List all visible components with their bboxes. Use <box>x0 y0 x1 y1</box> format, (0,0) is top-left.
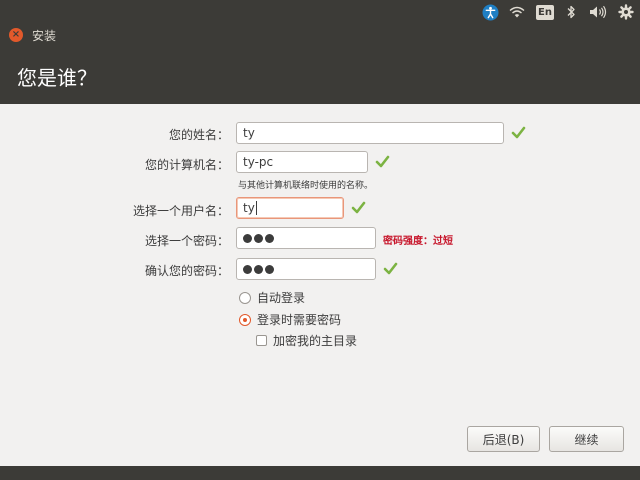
window-title: 安装 <box>32 29 57 43</box>
volume-icon[interactable] <box>586 0 610 24</box>
computer-name-hint: 与其他计算机联络时使用的名称。 <box>238 181 374 191</box>
password-mask <box>243 233 274 243</box>
password-label: 选择一个密码： <box>144 234 229 248</box>
encrypt-home-option[interactable]: 加密我的主目录 <box>256 332 357 349</box>
require-password-radio[interactable] <box>239 313 251 326</box>
require-password-label: 登录时需要密码 <box>257 313 342 327</box>
wifi-icon[interactable] <box>506 0 528 24</box>
back-button[interactable]: 后退(B) <box>467 426 540 452</box>
encrypt-home-checkbox[interactable] <box>256 335 267 346</box>
password-dot <box>243 264 252 274</box>
keyboard-language-icon[interactable]: En <box>534 0 556 24</box>
form-area: 您的姓名： ty 您的计算机名： ty-pc 与其他计算机联络时使用的名称。 选… <box>0 104 640 466</box>
encrypt-home-label: 加密我的主目录 <box>273 334 358 348</box>
top-panel: En <box>0 0 640 24</box>
password-dot <box>254 264 263 274</box>
valid-check-icon <box>383 262 398 275</box>
valid-check-icon <box>351 201 366 214</box>
computer-name-value: ty-pc <box>243 155 274 169</box>
language-indicator: En <box>536 4 554 20</box>
password-dot <box>243 233 252 243</box>
window-titlebar: × 安装 <box>0 24 640 46</box>
username-value: ty <box>243 201 255 215</box>
auto-login-radio[interactable] <box>239 291 251 304</box>
valid-check-icon <box>511 126 526 139</box>
text-caret <box>255 201 257 215</box>
confirm-password-field[interactable] <box>236 258 376 280</box>
page-title: 您是谁？ <box>17 66 97 90</box>
computer-name-label: 您的计算机名： <box>144 158 229 172</box>
password-field[interactable] <box>236 227 376 249</box>
password-strength: 密码强度：过短 <box>383 236 453 247</box>
computer-name-field[interactable]: ty-pc <box>236 151 368 173</box>
auto-login-label: 自动登录 <box>257 291 306 305</box>
password-dot <box>265 264 274 274</box>
gear-icon[interactable] <box>614 0 638 24</box>
continue-button[interactable]: 继续 <box>549 426 624 452</box>
accessibility-icon[interactable] <box>479 0 501 24</box>
name-label: 您的姓名： <box>168 128 229 142</box>
bluetooth-icon[interactable] <box>563 0 579 24</box>
username-field[interactable]: ty <box>236 197 344 219</box>
password-dot <box>254 233 263 243</box>
confirm-password-label: 确认您的密码： <box>144 264 229 278</box>
name-value: ty <box>243 126 255 140</box>
page-header: 您是谁？ <box>0 46 640 104</box>
name-field[interactable]: ty <box>236 122 504 144</box>
username-label: 选择一个用户名： <box>132 204 229 218</box>
valid-check-icon <box>375 155 390 168</box>
auto-login-option[interactable]: 自动登录 <box>239 289 305 306</box>
bottom-bar <box>0 466 640 480</box>
close-icon[interactable]: × <box>9 28 23 42</box>
require-password-option[interactable]: 登录时需要密码 <box>239 311 341 328</box>
password-dot <box>265 233 274 243</box>
confirm-password-mask <box>243 264 274 274</box>
